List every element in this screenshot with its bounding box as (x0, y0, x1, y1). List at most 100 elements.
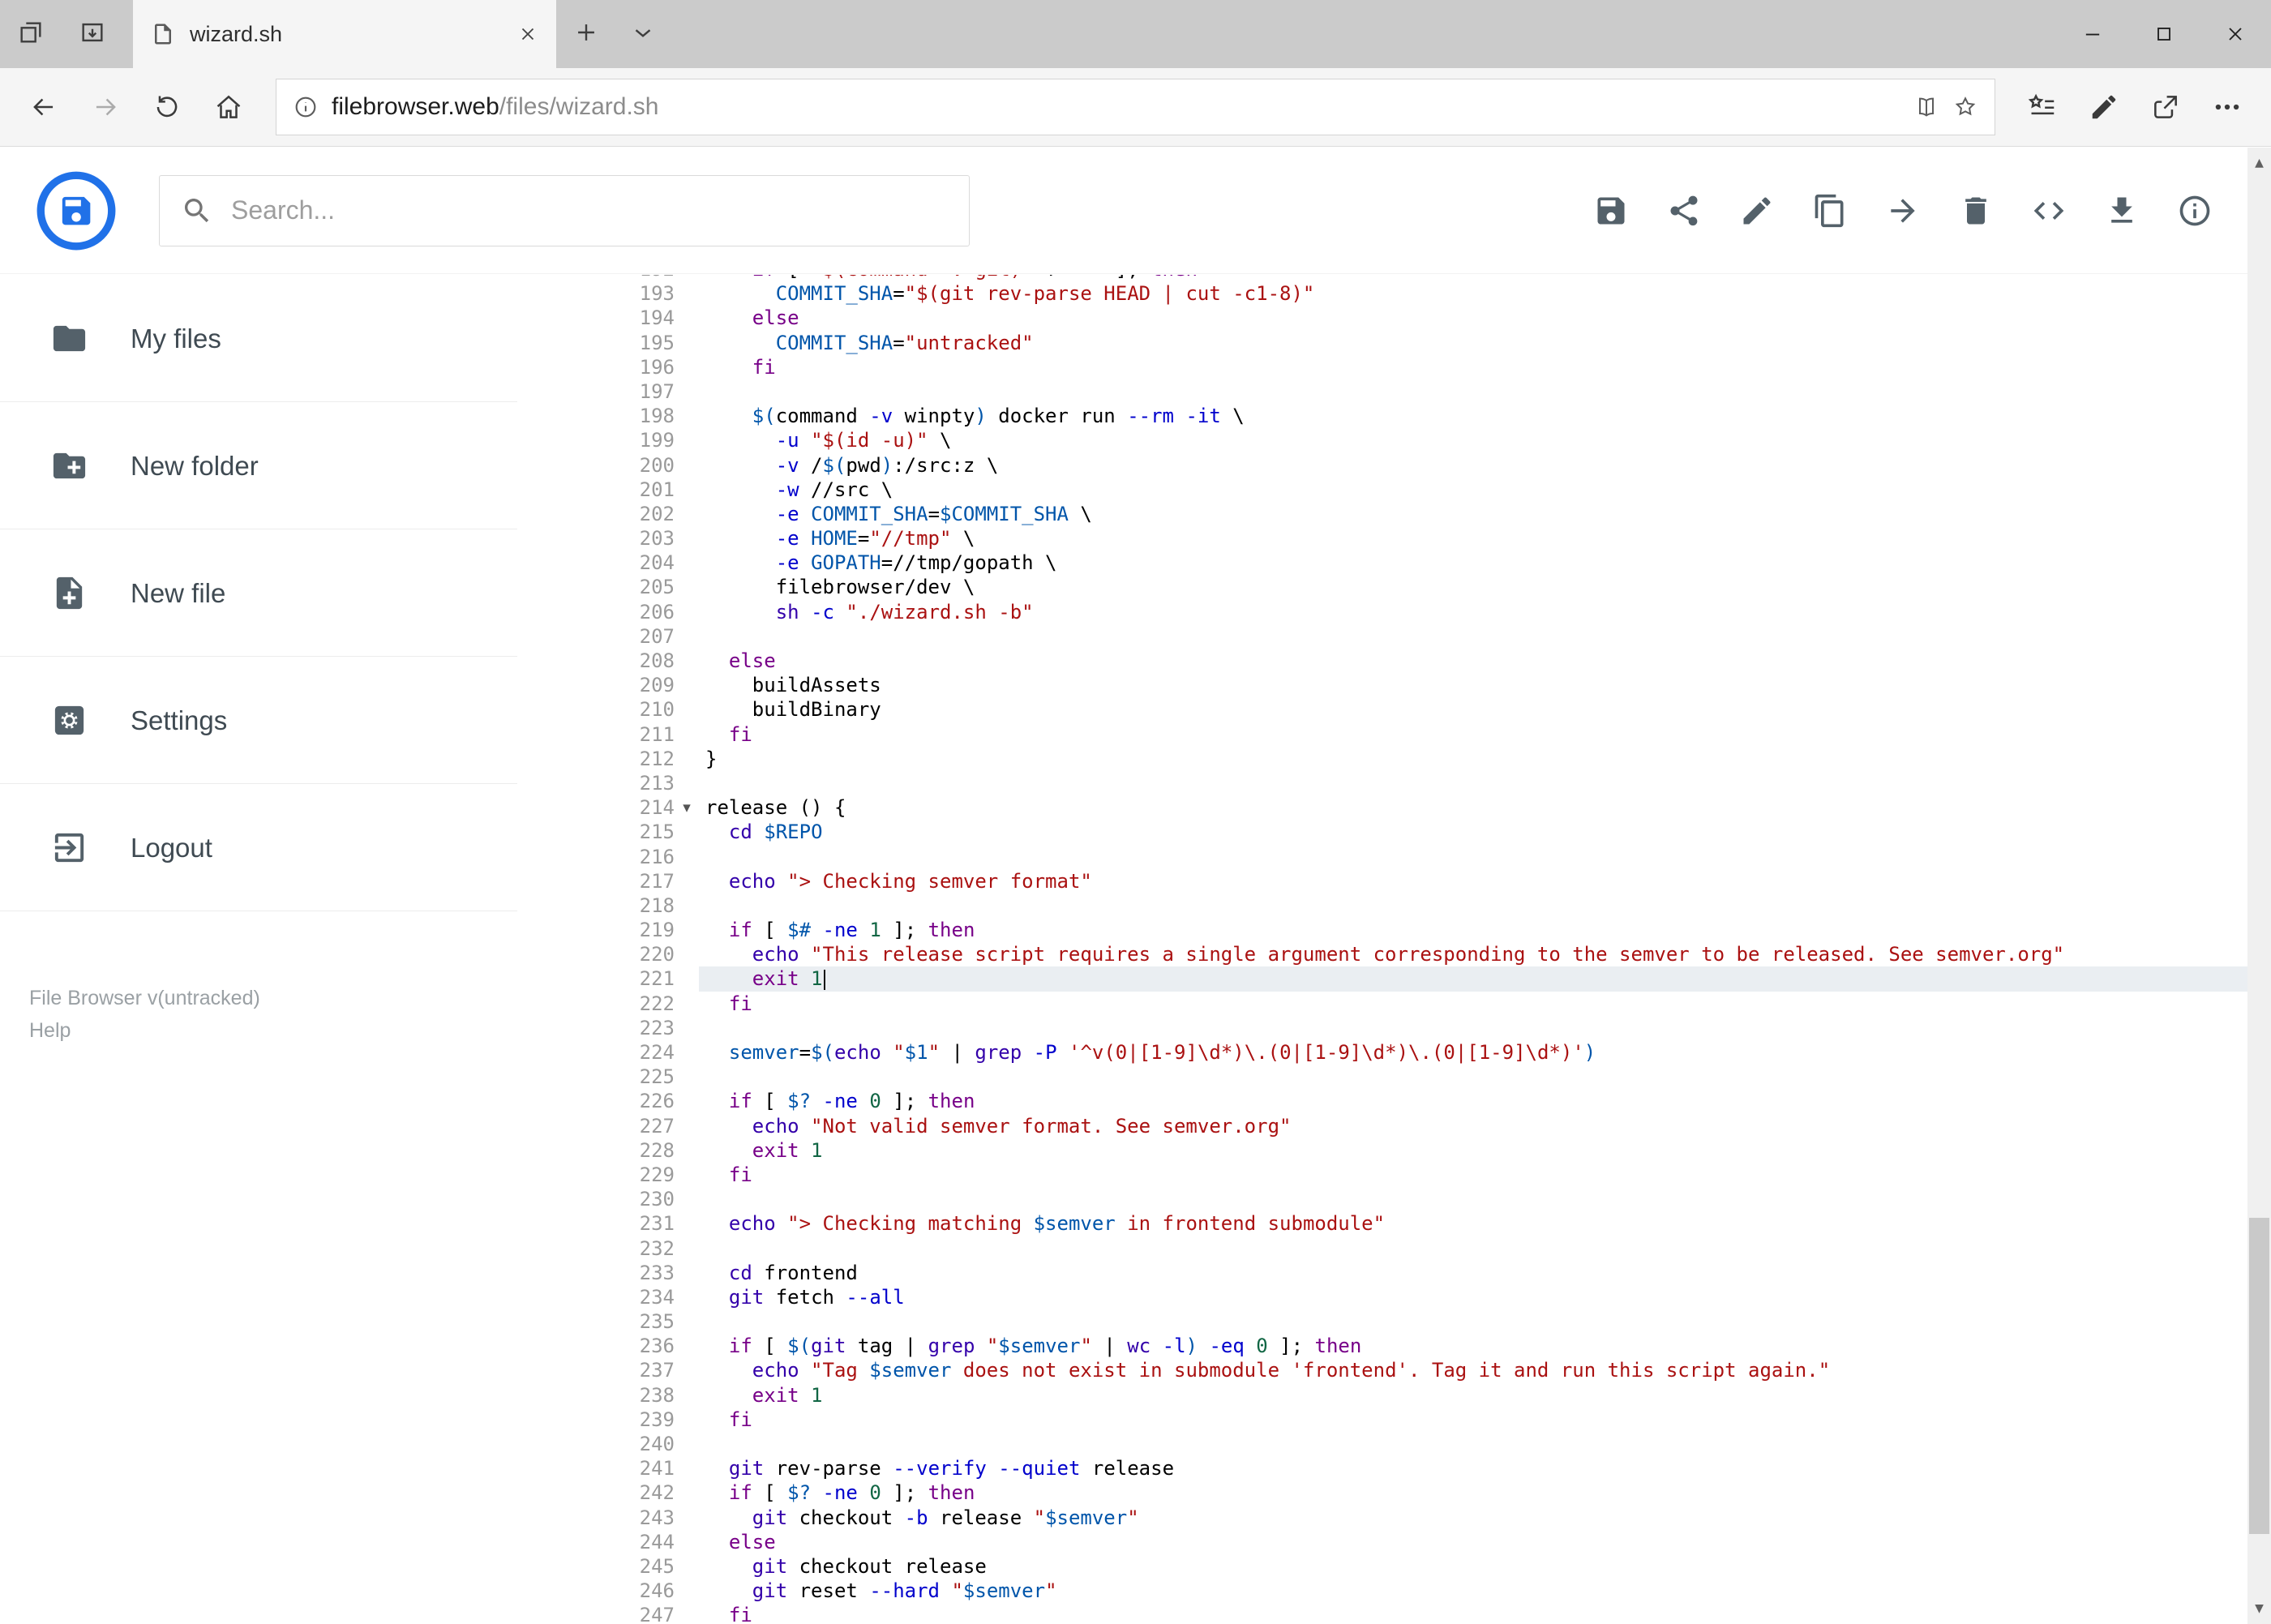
code-line-text[interactable]: filebrowser/dev \ (699, 575, 2247, 599)
code-line[interactable]: 219 if [ $# -ne 1 ]; then (584, 918, 2247, 942)
code-line-text[interactable]: } (699, 747, 2247, 771)
code-line-text[interactable]: git reset --hard "$semver" (699, 1579, 2247, 1603)
maximize-button[interactable] (2128, 0, 2200, 68)
code-line-text[interactable]: fi (699, 355, 2247, 379)
code-line[interactable]: 209 buildAssets (584, 673, 2247, 697)
code-line-text[interactable]: if [ $# -ne 1 ]; then (699, 918, 2247, 942)
code-line[interactable]: 230 (584, 1187, 2247, 1211)
tab-wizard-sh[interactable]: wizard.sh (133, 0, 556, 68)
sidebar-item-my-files[interactable]: My files (0, 275, 584, 402)
code-line[interactable]: 217 echo "> Checking semver format" (584, 869, 2247, 893)
fold-arrow-icon[interactable]: ▾ (675, 795, 699, 820)
sidebar-item-logout[interactable]: Logout (0, 784, 584, 911)
code-line-text[interactable] (699, 1065, 2247, 1089)
code-line[interactable]: 234 git fetch --all (584, 1285, 2247, 1309)
copy-button[interactable] (1811, 192, 1849, 229)
code-line-text[interactable]: if [ "$(command -v git)" != "" ]; then (699, 275, 2247, 281)
code-line[interactable]: 229 fi (584, 1163, 2247, 1187)
code-line[interactable]: 214 ▾ release () { (584, 795, 2247, 820)
code-line[interactable]: 201 -w //src \ (584, 478, 2247, 502)
code-line[interactable]: 220 echo "This release script requires a… (584, 942, 2247, 966)
code-line[interactable]: 218 (584, 893, 2247, 918)
scrollbar-thumb[interactable] (2249, 1218, 2269, 1534)
code-line-text[interactable]: -e GOPATH=//tmp/gopath \ (699, 551, 2247, 575)
code-line-text[interactable]: git checkout -b release "$semver" (699, 1506, 2247, 1530)
code-line-text[interactable] (699, 379, 2247, 404)
code-line[interactable]: 228 exit 1 (584, 1138, 2247, 1163)
delete-button[interactable] (1957, 192, 1995, 229)
code-line-text[interactable]: buildAssets (699, 673, 2247, 697)
code-line[interactable]: 238 exit 1 (584, 1383, 2247, 1408)
code-line[interactable]: 198 $(command -v winpty) docker run --rm… (584, 404, 2247, 428)
code-line-text[interactable] (699, 1432, 2247, 1456)
new-tab-button[interactable] (556, 0, 616, 68)
code-line-text[interactable]: COMMIT_SHA="untracked" (699, 331, 2247, 355)
code-line-text[interactable]: else (699, 1530, 2247, 1554)
code-line-text[interactable]: -w //src \ (699, 478, 2247, 502)
code-line[interactable]: 215 cd $REPO (584, 820, 2247, 844)
code-line-text[interactable] (699, 845, 2247, 869)
code-line[interactable]: 197 (584, 379, 2247, 404)
move-button[interactable] (1884, 192, 1922, 229)
tab-close-icon[interactable] (517, 24, 538, 45)
code-editor[interactable]: 192 if [ "$(command -v git)" != "" ]; th… (584, 275, 2247, 1624)
code-line-text[interactable]: exit 1 (699, 1383, 2247, 1408)
code-line-text[interactable]: fi (699, 1163, 2247, 1187)
code-line-text[interactable]: echo "Not valid semver format. See semve… (699, 1114, 2247, 1138)
help-link[interactable]: Help (29, 1014, 260, 1047)
code-line-text[interactable]: -u "$(id -u)" \ (699, 428, 2247, 452)
code-line[interactable]: 223 (584, 1016, 2247, 1040)
rename-button[interactable] (1738, 192, 1776, 229)
code-line-text[interactable]: COMMIT_SHA="$(git rev-parse HEAD | cut -… (699, 281, 2247, 306)
code-line[interactable]: 213 (584, 771, 2247, 795)
forward-button[interactable] (75, 76, 136, 138)
code-line[interactable]: 241 git rev-parse --verify --quiet relea… (584, 1456, 2247, 1480)
code-line-text[interactable]: sh -c "./wizard.sh -b" (699, 600, 2247, 624)
code-line-text[interactable]: if [ $? -ne 0 ]; then (699, 1089, 2247, 1113)
code-line-text[interactable] (699, 1016, 2247, 1040)
hub-favorites-button[interactable] (2012, 76, 2073, 138)
code-line[interactable]: 245 git checkout release (584, 1554, 2247, 1579)
code-line-text[interactable]: -v /$(pwd):/src:z \ (699, 453, 2247, 478)
code-line-text[interactable]: echo "> Checking matching $semver in fro… (699, 1211, 2247, 1236)
search-box[interactable] (159, 174, 970, 246)
code-line[interactable]: 243 git checkout -b release "$semver" (584, 1506, 2247, 1530)
site-info-icon[interactable] (293, 94, 319, 120)
code-line[interactable]: 204 -e GOPATH=//tmp/gopath \ (584, 551, 2247, 575)
code-line-text[interactable]: $(command -v winpty) docker run --rm -it… (699, 404, 2247, 428)
code-line-text[interactable]: if [ $? -ne 0 ]; then (699, 1480, 2247, 1505)
close-window-button[interactable] (2200, 0, 2271, 68)
code-line[interactable]: 242 if [ $? -ne 0 ]; then (584, 1480, 2247, 1505)
code-line-text[interactable]: cd frontend (699, 1261, 2247, 1285)
code-line[interactable]: 202 -e COMMIT_SHA=$COMMIT_SHA \ (584, 502, 2247, 526)
code-line-text[interactable]: fi (699, 992, 2247, 1016)
raw-code-button[interactable] (2030, 192, 2067, 229)
scroll-up-arrow[interactable]: ▲ (2247, 148, 2271, 178)
code-line[interactable]: 231 echo "> Checking matching $semver in… (584, 1211, 2247, 1236)
code-line-text[interactable]: fi (699, 1408, 2247, 1432)
code-line-text[interactable]: git rev-parse --verify --quiet release (699, 1456, 2247, 1480)
code-line[interactable]: 246 git reset --hard "$semver" (584, 1579, 2247, 1603)
code-line-text[interactable]: echo "Tag $semver does not exist in subm… (699, 1358, 2247, 1382)
refresh-button[interactable] (136, 76, 198, 138)
code-line[interactable]: 212} (584, 747, 2247, 771)
download-button[interactable] (2103, 192, 2140, 229)
code-line[interactable]: 199 -u "$(id -u)" \ (584, 428, 2247, 452)
code-line[interactable]: 239 fi (584, 1408, 2247, 1432)
code-line[interactable]: 227 echo "Not valid semver format. See s… (584, 1114, 2247, 1138)
set-tabs-aside-button[interactable] (62, 0, 123, 68)
code-line[interactable]: 194 else (584, 306, 2247, 330)
code-line-text[interactable] (699, 1309, 2247, 1334)
code-line-text[interactable]: else (699, 306, 2247, 330)
code-line[interactable]: 195 COMMIT_SHA="untracked" (584, 331, 2247, 355)
code-line[interactable]: 237 echo "Tag $semver does not exist in … (584, 1358, 2247, 1382)
code-line[interactable]: 193 COMMIT_SHA="$(git rev-parse HEAD | c… (584, 281, 2247, 306)
code-line[interactable]: 192 if [ "$(command -v git)" != "" ]; th… (584, 275, 2247, 281)
share-page-button[interactable] (2135, 76, 2196, 138)
code-line[interactable]: 207 (584, 624, 2247, 649)
code-line-text[interactable]: git fetch --all (699, 1285, 2247, 1309)
code-line-text[interactable]: cd $REPO (699, 820, 2247, 844)
code-line-text[interactable]: else (699, 649, 2247, 673)
code-line[interactable]: 196 fi (584, 355, 2247, 379)
scroll-down-arrow[interactable]: ▼ (2247, 1593, 2271, 1624)
